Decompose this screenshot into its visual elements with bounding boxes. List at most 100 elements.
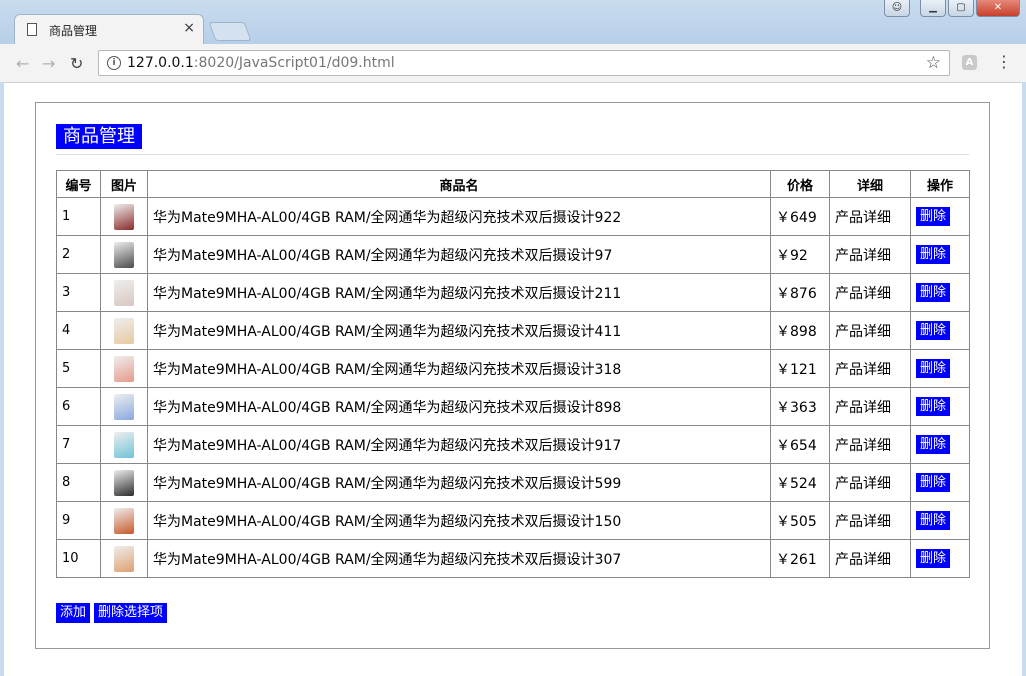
product-name: 华为Mate9MHA-AL00/4GB RAM/全网通华为超级闪充技术双后摄设计… <box>147 387 771 426</box>
delete-button[interactable]: 删除 <box>916 435 951 454</box>
delete-button[interactable]: 删除 <box>916 321 951 340</box>
product-detail-link[interactable]: 产品详细 <box>829 463 911 502</box>
close-icon[interactable]: × <box>183 20 195 36</box>
column-header-id: 编号 <box>56 170 101 198</box>
product-detail-link[interactable]: 产品详细 <box>829 387 911 426</box>
url-path: :8020/JavaScript01/d09.html <box>193 55 395 71</box>
action-cell: 删除 <box>910 425 970 464</box>
url-host: 127.0.0.1 <box>127 55 194 71</box>
product-thumbnail <box>114 507 134 534</box>
action-cell: 删除 <box>910 349 970 388</box>
product-name: 华为Mate9MHA-AL00/4GB RAM/全网通华为超级闪充技术双后摄设计… <box>147 539 771 578</box>
window-close-icon[interactable]: ✕ <box>976 0 1020 17</box>
product-price: ￥92 <box>770 235 830 274</box>
info-icon[interactable]: i <box>107 56 121 70</box>
maximize-icon[interactable]: ▢ <box>948 0 974 17</box>
product-table: 编号 图片 商品名 价格 详细 操作 1 华为Mate9MHA-AL00/4GB … <box>56 170 970 578</box>
add-button[interactable]: 添加 <box>56 603 91 623</box>
row-id: 2 <box>56 235 101 274</box>
url-text[interactable]: 127.0.0.1:8020/JavaScript01/d09.html <box>127 55 395 71</box>
action-cell: 删除 <box>910 501 970 540</box>
product-name: 华为Mate9MHA-AL00/4GB RAM/全网通华为超级闪充技术双后摄设计… <box>147 311 771 350</box>
product-name: 华为Mate9MHA-AL00/4GB RAM/全网通华为超级闪充技术双后摄设计… <box>147 197 771 236</box>
product-image-cell <box>100 463 148 502</box>
browser-toolbar: ← → ↻ i 127.0.0.1:8020/JavaScript01/d09.… <box>0 44 1026 83</box>
browser-tab[interactable]: 商品管理 × <box>14 14 204 44</box>
product-price: ￥363 <box>770 387 830 426</box>
product-image-cell <box>100 311 148 350</box>
product-image-cell <box>100 425 148 464</box>
table-row: 5 华为Mate9MHA-AL00/4GB RAM/全网通华为超级闪充技术双后摄设… <box>56 349 970 388</box>
product-detail-link[interactable]: 产品详细 <box>829 197 911 236</box>
table-header-row: 编号 图片 商品名 价格 详细 操作 <box>56 170 970 198</box>
product-image-cell <box>100 539 148 578</box>
column-header-action: 操作 <box>910 170 970 198</box>
forward-icon[interactable]: → <box>42 54 55 73</box>
table-body: 1 华为Mate9MHA-AL00/4GB RAM/全网通华为超级闪充技术双后摄设… <box>56 197 970 578</box>
product-detail-link[interactable]: 产品详细 <box>829 501 911 540</box>
product-thumbnail <box>114 317 134 344</box>
extension-icon[interactable]: A <box>962 55 977 70</box>
product-detail-link[interactable]: 产品详细 <box>829 235 911 274</box>
action-cell: 删除 <box>910 463 970 502</box>
product-thumbnail <box>114 469 134 496</box>
table-row: 4 华为Mate9MHA-AL00/4GB RAM/全网通华为超级闪充技术双后摄设… <box>56 311 970 350</box>
action-cell: 删除 <box>910 273 970 312</box>
minimize-icon[interactable]: ▁ <box>920 0 946 17</box>
delete-button[interactable]: 删除 <box>916 207 951 226</box>
delete-button[interactable]: 删除 <box>916 397 951 416</box>
product-detail-link[interactable]: 产品详细 <box>829 311 911 350</box>
product-price: ￥121 <box>770 349 830 388</box>
product-thumbnail <box>114 279 134 306</box>
action-cell: 删除 <box>910 235 970 274</box>
row-id: 10 <box>56 539 101 578</box>
product-price: ￥898 <box>770 311 830 350</box>
product-price: ￥524 <box>770 463 830 502</box>
row-id: 1 <box>56 197 101 236</box>
product-detail-link[interactable]: 产品详细 <box>829 273 911 312</box>
delete-selected-button[interactable]: 删除选择项 <box>94 603 168 623</box>
product-image-cell <box>100 501 148 540</box>
product-name: 华为Mate9MHA-AL00/4GB RAM/全网通华为超级闪充技术双后摄设计… <box>147 463 771 502</box>
delete-button[interactable]: 删除 <box>916 473 951 492</box>
row-id: 9 <box>56 501 101 540</box>
column-header-detail: 详细 <box>829 170 911 198</box>
browser-titlebar: 商品管理 × ☺ ▁ ▢ ✕ <box>0 0 1026 44</box>
action-cell: 删除 <box>910 387 970 426</box>
action-cell: 删除 <box>910 311 970 350</box>
delete-button[interactable]: 删除 <box>916 245 951 264</box>
star-icon[interactable]: ☆ <box>926 53 941 73</box>
product-detail-link[interactable]: 产品详细 <box>829 425 911 464</box>
row-id: 7 <box>56 425 101 464</box>
delete-button[interactable]: 删除 <box>916 359 951 378</box>
product-image-cell <box>100 197 148 236</box>
delete-button[interactable]: 删除 <box>916 549 951 568</box>
row-id: 8 <box>56 463 101 502</box>
product-image-cell <box>100 273 148 312</box>
table-row: 3 华为Mate9MHA-AL00/4GB RAM/全网通华为超级闪充技术双后摄设… <box>56 273 970 312</box>
product-name: 华为Mate9MHA-AL00/4GB RAM/全网通华为超级闪充技术双后摄设计… <box>147 425 771 464</box>
product-thumbnail <box>114 355 134 382</box>
delete-button[interactable]: 删除 <box>916 511 951 530</box>
row-id: 4 <box>56 311 101 350</box>
product-detail-link[interactable]: 产品详细 <box>829 349 911 388</box>
table-row: 9 华为Mate9MHA-AL00/4GB RAM/全网通华为超级闪充技术双后摄设… <box>56 501 970 540</box>
product-price: ￥876 <box>770 273 830 312</box>
product-detail-link[interactable]: 产品详细 <box>829 539 911 578</box>
new-tab-button[interactable] <box>208 22 252 41</box>
product-price: ￥505 <box>770 501 830 540</box>
table-row: 8 华为Mate9MHA-AL00/4GB RAM/全网通华为超级闪充技术双后摄设… <box>56 463 970 502</box>
product-thumbnail <box>114 431 134 458</box>
page-title: 商品管理 <box>56 124 142 149</box>
table-row: 7 华为Mate9MHA-AL00/4GB RAM/全网通华为超级闪充技术双后摄设… <box>56 425 970 464</box>
back-icon[interactable]: ← <box>16 54 29 73</box>
product-thumbnail <box>114 545 134 572</box>
product-price: ￥261 <box>770 539 830 578</box>
user-icon[interactable]: ☺ <box>884 0 910 17</box>
menu-icon[interactable]: ⋮ <box>996 52 1012 71</box>
product-name: 华为Mate9MHA-AL00/4GB RAM/全网通华为超级闪充技术双后摄设计… <box>147 273 771 312</box>
delete-button[interactable]: 删除 <box>916 283 951 302</box>
product-thumbnail <box>114 241 134 268</box>
address-bar[interactable]: i 127.0.0.1:8020/JavaScript01/d09.html ☆ <box>98 50 950 76</box>
reload-icon[interactable]: ↻ <box>70 54 83 73</box>
